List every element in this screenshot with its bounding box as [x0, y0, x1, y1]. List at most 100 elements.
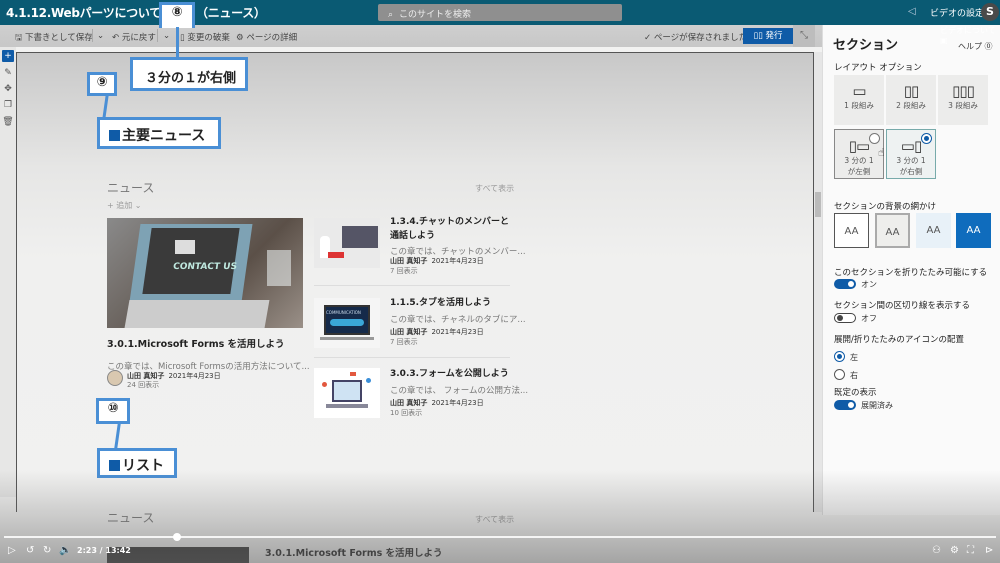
- default-display-label: 既定の表示: [834, 388, 877, 398]
- collapsible-toggle[interactable]: [834, 279, 856, 289]
- layout-two-columns[interactable]: ▯▯ 2 段組み: [886, 75, 936, 125]
- default-display-value: 展開済み: [861, 401, 893, 410]
- news-date: 2021年4月23日: [431, 257, 484, 265]
- fullscreen-icon[interactable]: ⛶: [967, 545, 974, 556]
- news-item-byline: 山田 真知子 2021年4月23日: [390, 327, 484, 337]
- captions-person-icon[interactable]: ⚇: [932, 545, 941, 556]
- save-draft-button[interactable]: 🖫 下書きとして保存: [15, 31, 93, 46]
- author-name: 山田 真知子: [390, 399, 428, 407]
- divider-value: オフ: [861, 314, 877, 323]
- news-item-desc: この章では、 フォームの公開方法...: [390, 386, 529, 396]
- duplicate-section-icon[interactable]: ❐: [2, 99, 14, 111]
- layout-options-label: レイアウト オプション: [834, 63, 922, 73]
- volume-icon[interactable]: 🔈: [59, 545, 71, 556]
- icon-position-left-radio[interactable]: [834, 351, 845, 362]
- main-news-thumbnail[interactable]: CONTACT US: [107, 218, 303, 328]
- rewind-10-icon[interactable]: ↺: [26, 545, 34, 556]
- site-search-input[interactable]: ⌕ このサイトを検索: [378, 4, 622, 21]
- main-news-title[interactable]: 3.0.1.Microsoft Forms を活用しよう: [107, 338, 285, 352]
- see-all-link[interactable]: すべて表示: [475, 183, 514, 194]
- save-dropdown-chevron-icon[interactable]: ⌄: [97, 31, 104, 41]
- video-title: 4.1.12.Webパーツについて知ろう（ニュース）: [6, 6, 266, 20]
- layout-radio[interactable]: [869, 133, 880, 144]
- news-item-title[interactable]: 3.0.3.フォームを公開しよう: [390, 367, 509, 381]
- divider: [92, 29, 93, 42]
- news-item-desc: この章では、チャネルのタブにア...: [390, 315, 526, 325]
- help-label: ヘルプ: [958, 42, 982, 51]
- news-item-thumbnail[interactable]: [314, 368, 380, 418]
- delete-section-icon[interactable]: 🗑: [2, 116, 14, 128]
- collapse-icon[interactable]: ⤡: [793, 25, 815, 47]
- divider-label: セクション間の区切り線を表示する: [834, 301, 971, 311]
- author-name: 山田 真知子: [390, 257, 428, 265]
- help-link[interactable]: ヘルプ ⓪: [958, 41, 993, 52]
- publish-label: 発行: [765, 31, 783, 41]
- shade-option-neutral[interactable]: AA: [875, 213, 910, 248]
- divider: [157, 29, 158, 42]
- avatar[interactable]: S: [981, 3, 999, 21]
- share-icon[interactable]: ⊳: [985, 545, 993, 556]
- add-section-icon[interactable]: +: [2, 50, 14, 62]
- page-details-label: ページの詳細: [246, 33, 298, 43]
- chevron-down-icon: ⌄: [134, 201, 142, 210]
- news-item-byline: 山田 真知子 2021年4月23日: [390, 398, 484, 408]
- news-item-byline: 山田 真知子 2021年4月23日: [390, 256, 484, 266]
- layout-three-columns[interactable]: ▯▯▯ 3 段組み: [938, 75, 988, 125]
- undo-dropdown-chevron-icon[interactable]: ⌄: [163, 31, 170, 41]
- layout-one-third-right[interactable]: ▭▯ 3 分の 1 が右側: [886, 129, 936, 179]
- add-news-label: 追加: [116, 201, 133, 210]
- seek-knob[interactable]: [172, 533, 181, 541]
- undo-icon: ↶: [112, 33, 120, 43]
- main-news-views: 24 回表示: [127, 381, 160, 389]
- page-details-button[interactable]: ⚙ ページの詳細: [236, 31, 297, 43]
- settings-gear-icon[interactable]: ⚙: [950, 545, 959, 556]
- command-bar: 🖫 下書きとして保存 ⌄ ↶ 元に戻す ⌄ ▯ 変更の破棄 ⚙ ページの詳細 ✓…: [0, 25, 822, 47]
- edit-section-icon[interactable]: ✎: [2, 67, 14, 79]
- collapsible-value: オン: [861, 280, 877, 289]
- callout-10-number: ⑩: [96, 398, 130, 424]
- callout-8-pointer: [176, 27, 179, 57]
- shade-option-none[interactable]: AA: [834, 213, 869, 248]
- icon-position-right-radio[interactable]: [834, 369, 845, 380]
- callout-9-number: ⑨: [87, 72, 117, 96]
- scrollbar-thumb[interactable]: [815, 192, 821, 217]
- seek-bar[interactable]: [4, 536, 996, 538]
- play-icon[interactable]: ▷: [8, 545, 16, 556]
- dot: [350, 372, 356, 376]
- search-placeholder: このサイトを検索: [399, 10, 472, 20]
- add-news-button[interactable]: + 追加 ⌄: [107, 200, 142, 211]
- plus-icon: +: [107, 201, 114, 210]
- video-about-label: ビデオについて: [940, 26, 996, 35]
- layout-radio-selected[interactable]: [921, 133, 932, 144]
- default-display-toggle[interactable]: [834, 400, 856, 410]
- top-bar: 4.1.12.Webパーツについて知ろう（ニュース） ⌕ このサイトを検索 ◁ ビ…: [0, 0, 1000, 25]
- callout-10: リスト: [97, 448, 177, 478]
- news-date: 2021年4月23日: [431, 328, 484, 336]
- divider: [314, 285, 510, 286]
- news-item-title[interactable]: 1.1.5.タブを活用しよう: [390, 296, 491, 310]
- discard-changes-button[interactable]: ▯ 変更の破棄: [180, 31, 230, 43]
- news-item-title[interactable]: 1.3.4.チャットのメンバーと通話しよう: [390, 215, 510, 243]
- laptop-display: [142, 228, 240, 294]
- move-section-icon[interactable]: ✥: [2, 83, 14, 95]
- canvas-scrollbar[interactable]: [814, 52, 822, 512]
- video-settings-link[interactable]: ビデオの設定: [930, 6, 984, 19]
- layout-one-third-left[interactable]: ▯▭ 3 分の 1 が左側: [834, 129, 884, 179]
- callout-8-number: ⑧: [159, 2, 195, 28]
- glass: [267, 250, 291, 286]
- callout-10-text: リスト: [122, 458, 164, 474]
- see-all-link-2[interactable]: すべて表示: [475, 514, 514, 525]
- news-item-thumbnail[interactable]: COMMUNICATION: [314, 298, 380, 348]
- two-columns-icon: ▯▯: [903, 82, 920, 100]
- forward-10-icon[interactable]: ↻: [43, 545, 51, 556]
- shade-option-soft[interactable]: AA: [916, 213, 951, 248]
- news-item-thumbnail[interactable]: [314, 218, 380, 268]
- undo-button[interactable]: ↶ 元に戻す: [112, 31, 156, 43]
- layout-one-column[interactable]: ▭ 1 段組み: [834, 75, 884, 125]
- three-columns-icon: ▯▯▯: [952, 82, 975, 100]
- feedback-icon[interactable]: ◁: [908, 6, 916, 17]
- publish-button[interactable]: ▯▯ 発行: [743, 28, 793, 44]
- divider-toggle[interactable]: [834, 313, 856, 323]
- callout-8: ３分の１が右側: [130, 57, 248, 91]
- shade-option-strong[interactable]: AA: [956, 213, 991, 248]
